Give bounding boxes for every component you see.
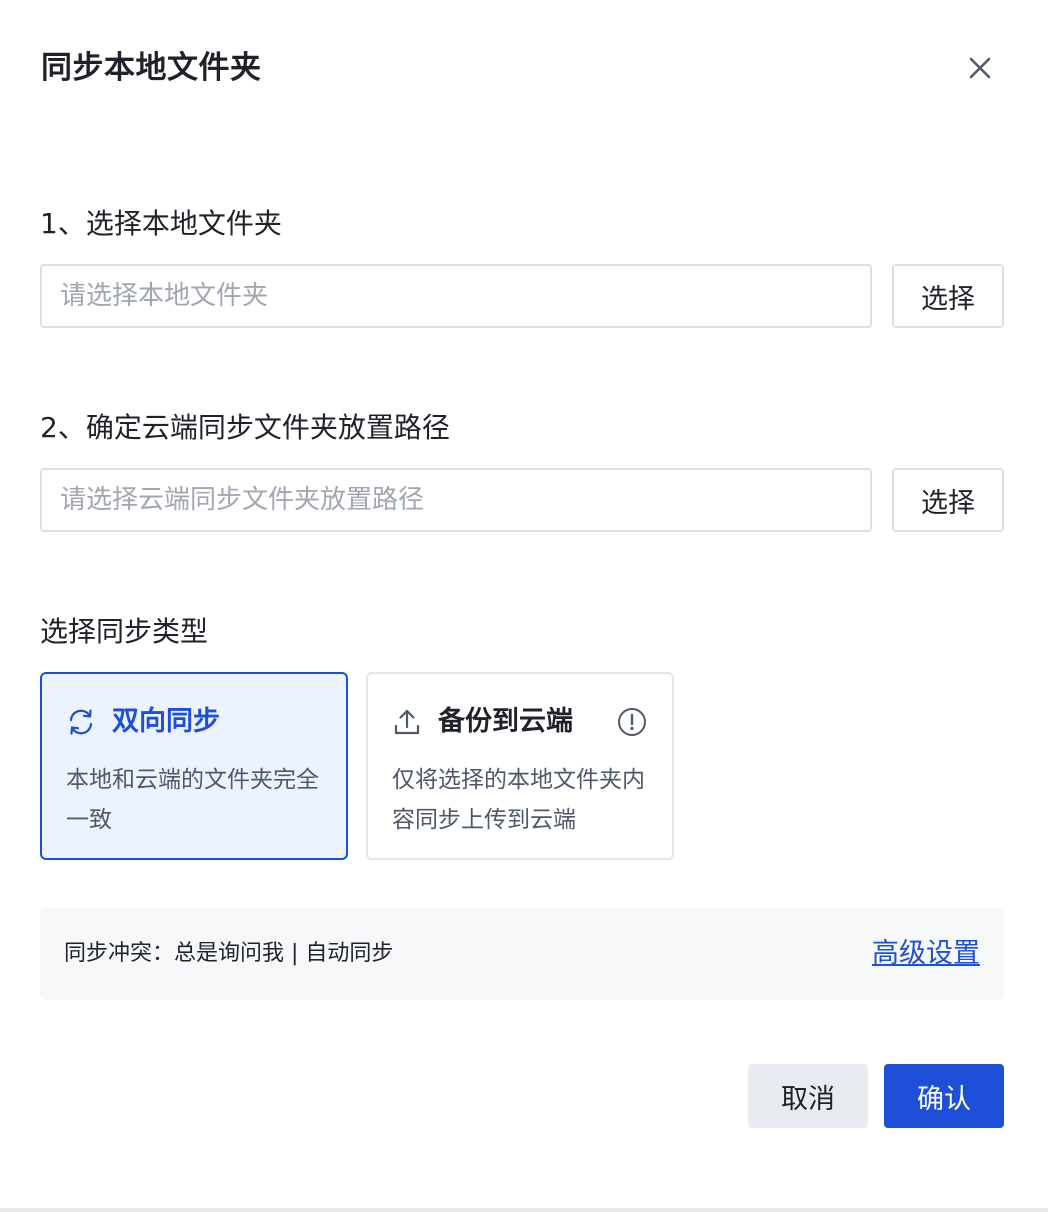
upload-icon [394, 709, 420, 735]
local-folder-input[interactable] [40, 264, 872, 328]
dialog-title: 同步本地文件夹 [41, 50, 262, 86]
select-local-folder-button[interactable]: 选择 [892, 264, 1004, 328]
step2-label: 2、确定云端同步文件夹放置路径 [40, 411, 450, 444]
card-description: 仅将选择的本地文件夹内容同步上传到云端 [392, 767, 645, 833]
sync-conflict-text: 同步冲突：总是询问我 | 自动同步 [64, 941, 394, 966]
card-title: 备份到云端 [438, 706, 573, 737]
close-button[interactable] [962, 50, 998, 86]
sync-type-two-way-card[interactable]: 双向同步 本地和云端的文件夹完全一致 [40, 672, 348, 860]
select-cloud-path-button[interactable]: 选择 [892, 468, 1004, 532]
sync-arrows-icon [69, 709, 93, 735]
card-header: 备份到云端 [392, 702, 573, 742]
advanced-settings-link[interactable]: 高级设置 [872, 934, 980, 974]
info-icon[interactable] [616, 706, 648, 738]
card-title: 双向同步 [112, 706, 220, 737]
card-description: 本地和云端的文件夹完全一致 [66, 767, 319, 833]
cloud-path-input[interactable] [40, 468, 872, 532]
sync-type-backup-card[interactable]: 备份到云端 仅将选择的本地文件夹内容同步上传到云端 [366, 672, 674, 860]
confirm-button[interactable]: 确认 [884, 1064, 1004, 1128]
step1-label: 1、选择本地文件夹 [40, 207, 282, 240]
close-icon [969, 57, 991, 79]
sync-conflict-bar: 同步冲突：总是询问我 | 自动同步 高级设置 [40, 908, 1004, 1000]
sync-folder-dialog: 同步本地文件夹 1、选择本地文件夹 选择 2、确定云端同步文件夹放置路径 选择 … [0, 0, 1048, 1212]
cancel-button[interactable]: 取消 [748, 1064, 868, 1128]
sync-type-label: 选择同步类型 [40, 615, 209, 648]
card-header: 双向同步 [66, 702, 220, 742]
